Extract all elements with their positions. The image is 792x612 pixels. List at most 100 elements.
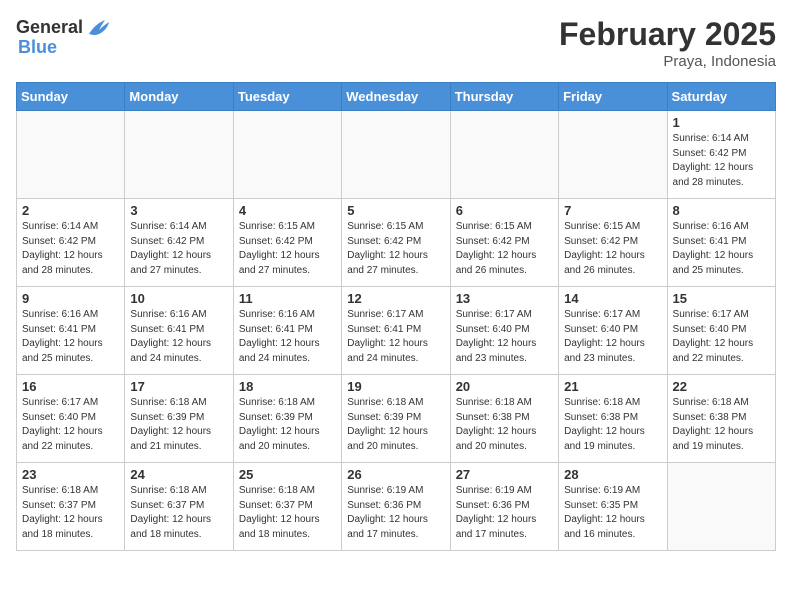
day-number: 16: [22, 379, 119, 394]
cell-info: Sunrise: 6:18 AM Sunset: 6:39 PM Dayligh…: [239, 396, 336, 454]
table-row: 28 Sunrise: 6:19 AM Sunset: 6:35 PM Dayli…: [559, 463, 667, 551]
table-row: 23Sunrise: 6:18 AM Sunset: 6:37 PM Dayli…: [17, 463, 125, 551]
cell-info: Sunrise: 6:17 AM Sunset: 6:40 PM Dayligh…: [456, 308, 553, 366]
cell-info: Sunrise: 6:18 AM Sunset: 6:39 PM Dayligh…: [347, 396, 444, 454]
table-row: 24 Sunrise: 6:18 AM Sunset: 6:37 PM Dayli…: [125, 463, 233, 551]
cell-info: Sunrise: 6:19 AM Sunset: 6:36 PM Dayligh…: [456, 484, 553, 542]
location-title: Praya, Indonesia: [559, 53, 776, 70]
day-number: 10: [130, 291, 227, 306]
cell-info: Sunrise: 6:17 AM Sunset: 6:40 PM Dayligh…: [22, 396, 119, 454]
table-row: 8Sunrise: 6:16 AM Sunset: 6:41 PM Daylig…: [667, 199, 775, 287]
cell-info: Sunrise: 6:15 AM Sunset: 6:42 PM Dayligh…: [347, 220, 444, 278]
table-row: 6 Sunrise: 6:15 AM Sunset: 6:42 PM Daylig…: [450, 199, 558, 287]
day-number: 6: [456, 203, 553, 218]
table-row: [233, 111, 341, 199]
day-number: 28: [564, 467, 661, 482]
table-row: 2 Sunrise: 6:14 AM Sunset: 6:42 PM Daylig…: [17, 199, 125, 287]
table-row: 7 Sunrise: 6:15 AM Sunset: 6:42 PM Daylig…: [559, 199, 667, 287]
header-sunday: Sunday: [17, 83, 125, 111]
day-number: 24: [130, 467, 227, 482]
table-row: [342, 111, 450, 199]
table-row: 20 Sunrise: 6:18 AM Sunset: 6:38 PM Dayli…: [450, 375, 558, 463]
cell-info: Sunrise: 6:16 AM Sunset: 6:41 PM Dayligh…: [130, 308, 227, 366]
day-number: 3: [130, 203, 227, 218]
header: General Blue February 2025 Praya, Indone…: [16, 16, 776, 70]
day-number: 17: [130, 379, 227, 394]
header-saturday: Saturday: [667, 83, 775, 111]
cell-info: Sunrise: 6:18 AM Sunset: 6:37 PM Dayligh…: [239, 484, 336, 542]
cell-info: Sunrise: 6:18 AM Sunset: 6:38 PM Dayligh…: [456, 396, 553, 454]
logo-text-blue: Blue: [16, 38, 113, 56]
logo-text-general: General: [16, 18, 83, 36]
cell-info: Sunrise: 6:18 AM Sunset: 6:37 PM Dayligh…: [130, 484, 227, 542]
table-row: 10 Sunrise: 6:16 AM Sunset: 6:41 PM Dayli…: [125, 287, 233, 375]
table-row: [559, 111, 667, 199]
cell-info: Sunrise: 6:19 AM Sunset: 6:35 PM Dayligh…: [564, 484, 661, 542]
cell-info: Sunrise: 6:19 AM Sunset: 6:36 PM Dayligh…: [347, 484, 444, 542]
cell-info: Sunrise: 6:17 AM Sunset: 6:40 PM Dayligh…: [673, 308, 770, 366]
month-title: February 2025: [559, 16, 776, 53]
day-number: 5: [347, 203, 444, 218]
day-number: 27: [456, 467, 553, 482]
day-number: 20: [456, 379, 553, 394]
calendar-header-row: Sunday Monday Tuesday Wednesday Thursday…: [17, 83, 776, 111]
table-row: 27 Sunrise: 6:19 AM Sunset: 6:36 PM Dayli…: [450, 463, 558, 551]
day-number: 4: [239, 203, 336, 218]
cell-info: Sunrise: 6:14 AM Sunset: 6:42 PM Dayligh…: [22, 220, 119, 278]
table-row: [17, 111, 125, 199]
cell-info: Sunrise: 6:16 AM Sunset: 6:41 PM Dayligh…: [22, 308, 119, 366]
day-number: 12: [347, 291, 444, 306]
day-number: 15: [673, 291, 770, 306]
day-number: 23: [22, 467, 119, 482]
table-row: 22 Sunrise: 6:18 AM Sunset: 6:38 PM Dayli…: [667, 375, 775, 463]
cell-info: Sunrise: 6:14 AM Sunset: 6:42 PM Dayligh…: [130, 220, 227, 278]
day-number: 25: [239, 467, 336, 482]
cell-info: Sunrise: 6:18 AM Sunset: 6:38 PM Dayligh…: [673, 396, 770, 454]
day-number: 22: [673, 379, 770, 394]
day-number: 9: [22, 291, 119, 306]
table-row: 5 Sunrise: 6:15 AM Sunset: 6:42 PM Daylig…: [342, 199, 450, 287]
table-row: 25 Sunrise: 6:18 AM Sunset: 6:37 PM Dayli…: [233, 463, 341, 551]
day-number: 2: [22, 203, 119, 218]
day-number: 26: [347, 467, 444, 482]
cell-info: Sunrise: 6:16 AM Sunset: 6:41 PM Dayligh…: [673, 220, 770, 278]
table-row: 11Sunrise: 6:16 AM Sunset: 6:41 PM Dayli…: [233, 287, 341, 375]
cell-info: Sunrise: 6:18 AM Sunset: 6:39 PM Dayligh…: [130, 396, 227, 454]
header-friday: Friday: [559, 83, 667, 111]
day-number: 7: [564, 203, 661, 218]
title-area: February 2025 Praya, Indonesia: [559, 16, 776, 70]
calendar-week-row: 2 Sunrise: 6:14 AM Sunset: 6:42 PM Daylig…: [17, 199, 776, 287]
table-row: 17 Sunrise: 6:18 AM Sunset: 6:39 PM Dayli…: [125, 375, 233, 463]
header-wednesday: Wednesday: [342, 83, 450, 111]
calendar-week-row: 1 Sunrise: 6:14 AM Sunset: 6:42 PM Daylig…: [17, 111, 776, 199]
calendar-table: Sunday Monday Tuesday Wednesday Thursday…: [16, 82, 776, 551]
cell-info: Sunrise: 6:15 AM Sunset: 6:42 PM Dayligh…: [564, 220, 661, 278]
day-number: 18: [239, 379, 336, 394]
table-row: 19 Sunrise: 6:18 AM Sunset: 6:39 PM Dayli…: [342, 375, 450, 463]
cell-info: Sunrise: 6:17 AM Sunset: 6:40 PM Dayligh…: [564, 308, 661, 366]
cell-info: Sunrise: 6:18 AM Sunset: 6:38 PM Dayligh…: [564, 396, 661, 454]
table-row: 16 Sunrise: 6:17 AM Sunset: 6:40 PM Dayli…: [17, 375, 125, 463]
day-number: 14: [564, 291, 661, 306]
cell-info: Sunrise: 6:14 AM Sunset: 6:42 PM Dayligh…: [673, 132, 770, 190]
cell-info: Sunrise: 6:17 AM Sunset: 6:41 PM Dayligh…: [347, 308, 444, 366]
calendar-week-row: 9 Sunrise: 6:16 AM Sunset: 6:41 PM Daylig…: [17, 287, 776, 375]
day-number: 13: [456, 291, 553, 306]
table-row: 26 Sunrise: 6:19 AM Sunset: 6:36 PM Dayli…: [342, 463, 450, 551]
table-row: 15 Sunrise: 6:17 AM Sunset: 6:40 PM Dayli…: [667, 287, 775, 375]
day-number: 21: [564, 379, 661, 394]
cell-info: Sunrise: 6:16 AM Sunset: 6:41 PM Dayligh…: [239, 308, 336, 366]
table-row: 14 Sunrise: 6:17 AM Sunset: 6:40 PM Dayli…: [559, 287, 667, 375]
header-monday: Monday: [125, 83, 233, 111]
day-number: 1: [673, 115, 770, 130]
table-row: 3 Sunrise: 6:14 AM Sunset: 6:42 PM Daylig…: [125, 199, 233, 287]
table-row: 1 Sunrise: 6:14 AM Sunset: 6:42 PM Daylig…: [667, 111, 775, 199]
header-thursday: Thursday: [450, 83, 558, 111]
day-number: 19: [347, 379, 444, 394]
calendar-week-row: 16 Sunrise: 6:17 AM Sunset: 6:40 PM Dayli…: [17, 375, 776, 463]
cell-info: Sunrise: 6:15 AM Sunset: 6:42 PM Dayligh…: [239, 220, 336, 278]
cell-info: Sunrise: 6:15 AM Sunset: 6:42 PM Dayligh…: [456, 220, 553, 278]
table-row: 21 Sunrise: 6:18 AM Sunset: 6:38 PM Dayli…: [559, 375, 667, 463]
calendar-week-row: 23 Sunrise: 6:18 AM Sunset: 6:37 PM Dayli…: [17, 463, 776, 551]
table-row: 18 Sunrise: 6:18 AM Sunset: 6:39 PM Dayli…: [233, 375, 341, 463]
